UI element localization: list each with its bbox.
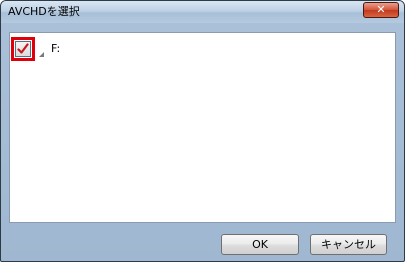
ok-button[interactable]: OK <box>221 234 299 255</box>
drive-checkbox[interactable] <box>15 41 31 57</box>
checkmark-icon <box>17 43 29 54</box>
drive-label: F: <box>51 42 61 55</box>
drive-tree-panel: F: <box>9 32 396 223</box>
close-icon: ✕ <box>376 3 386 16</box>
cancel-button[interactable]: キャンセル <box>310 234 387 255</box>
tree-item-drive[interactable]: F: <box>10 35 210 61</box>
close-button[interactable]: ✕ <box>363 2 399 18</box>
expand-arrow-icon[interactable] <box>38 44 46 57</box>
title-bar[interactable]: AVCHDを選択 ✕ <box>1 1 404 23</box>
dialog-title: AVCHDを選択 <box>8 5 80 18</box>
dialog-window: AVCHDを選択 ✕ F: OK キャンセル <box>0 0 405 262</box>
